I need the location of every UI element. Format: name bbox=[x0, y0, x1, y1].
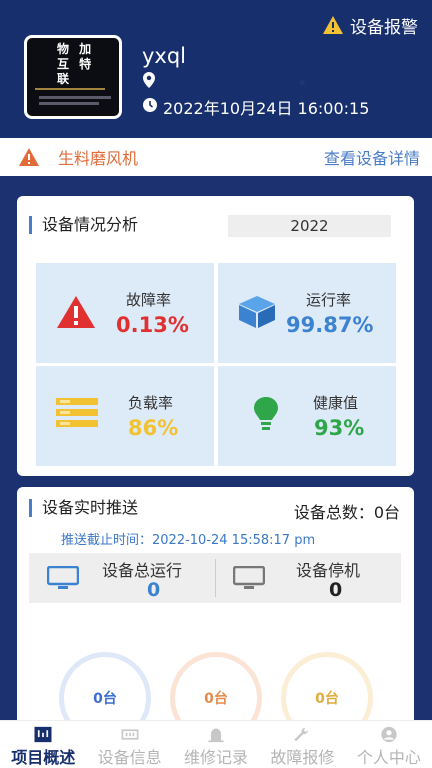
run-rate-tile: 运行率 99.87% bbox=[218, 263, 396, 363]
username: yxql bbox=[142, 44, 187, 68]
ring-counter: 0台 bbox=[170, 652, 262, 727]
analysis-title: 设备情况分析 bbox=[29, 216, 138, 234]
running-label: 设备总运行 bbox=[102, 561, 183, 580]
device-info-icon bbox=[121, 729, 139, 740]
nav-label: 维修记录 bbox=[184, 748, 249, 767]
ring-counter: 0台 bbox=[59, 652, 151, 727]
repair-record-icon bbox=[208, 728, 224, 743]
cube-icon bbox=[239, 296, 275, 328]
monitor-icon bbox=[47, 566, 79, 589]
monitor-icon bbox=[233, 566, 265, 589]
avatar-logo: 物 加互 特联 bbox=[57, 42, 95, 86]
realtime-push-card: 设备实时推送 设备总数：0台 推送截止时间：2022-10-24 15:58:1… bbox=[17, 487, 414, 727]
warning-icon bbox=[323, 16, 343, 34]
health-value-value: 93% bbox=[314, 416, 365, 440]
year-selector[interactable]: 2022 bbox=[228, 215, 391, 237]
alarm-label: 设备报警 bbox=[350, 17, 418, 38]
stopped-label: 设备停机 bbox=[296, 561, 361, 580]
fault-rate-tile: 故障率 0.13% bbox=[36, 263, 214, 363]
load-rate-value: 86% bbox=[128, 416, 179, 440]
fault-rate-value: 0.13% bbox=[116, 313, 189, 337]
ring-counter: 0台 bbox=[281, 652, 373, 727]
device-bar: 生料磨风机 查看设备详情 bbox=[0, 138, 432, 176]
health-value-label: 健康值 bbox=[313, 394, 359, 412]
location-icon bbox=[143, 72, 155, 88]
run-rate-label: 运行率 bbox=[306, 291, 352, 309]
header: 设备报警 物 加互 特联 yxql 2022年10月24日 16:00:15 bbox=[0, 0, 432, 138]
device-analysis-card: 设备情况分析 2022 故障率 0.13% 运行率 99.87% 负载率 86% bbox=[17, 196, 414, 476]
nav-label: 设备信息 bbox=[97, 748, 162, 767]
running-value: 0 bbox=[147, 579, 161, 601]
current-datetime: 2022年10月24日 16:00:15 bbox=[163, 99, 370, 118]
health-value-tile: 健康值 93% bbox=[218, 366, 396, 466]
wrench-icon bbox=[294, 727, 309, 742]
stack-icon bbox=[56, 398, 98, 427]
view-device-details-link[interactable]: 查看设备详情 bbox=[324, 145, 420, 169]
load-rate-tile: 负载率 86% bbox=[36, 366, 214, 466]
bulb-icon bbox=[254, 397, 278, 430]
overview-icon bbox=[34, 726, 52, 743]
push-title: 设备实时推送 bbox=[29, 499, 138, 517]
avatar[interactable]: 物 加互 特联 bbox=[24, 35, 122, 119]
load-rate-label: 负载率 bbox=[128, 394, 174, 412]
run-rate-value: 99.87% bbox=[286, 313, 374, 337]
nav-label: 项目概述 bbox=[11, 748, 76, 767]
run-status-box: 设备总运行 0 设备停机 0 bbox=[29, 553, 401, 603]
push-deadline: 推送截止时间：2022-10-24 15:58:17 pm bbox=[61, 533, 316, 548]
device-total-count: 设备总数：0台 bbox=[293, 503, 400, 522]
nav-item-device-info[interactable]: 设备信息 bbox=[86, 721, 172, 768]
nav-item-personal-center[interactable]: 个人中心 bbox=[346, 721, 432, 768]
stopped-value: 0 bbox=[329, 579, 343, 601]
nav-item-repair-record[interactable]: 维修记录 bbox=[173, 721, 259, 768]
nav-label: 个人中心 bbox=[356, 748, 421, 767]
clock-icon bbox=[143, 98, 157, 112]
warning-icon bbox=[57, 296, 95, 328]
nav-label: 故障报修 bbox=[270, 748, 335, 767]
warning-icon bbox=[19, 148, 39, 166]
fault-rate-label: 故障率 bbox=[126, 291, 172, 309]
device-name: 生料磨风机 bbox=[58, 149, 139, 168]
nav-item-fault-report[interactable]: 故障报修 bbox=[259, 721, 345, 768]
user-icon bbox=[381, 726, 397, 743]
bottom-nav: 项目概述 设备信息 维修记录 故障报修 个人中心 bbox=[0, 720, 432, 768]
nav-item-overview[interactable]: 项目概述 bbox=[0, 721, 86, 768]
device-alarm-button[interactable]: 设备报警 bbox=[322, 12, 418, 38]
